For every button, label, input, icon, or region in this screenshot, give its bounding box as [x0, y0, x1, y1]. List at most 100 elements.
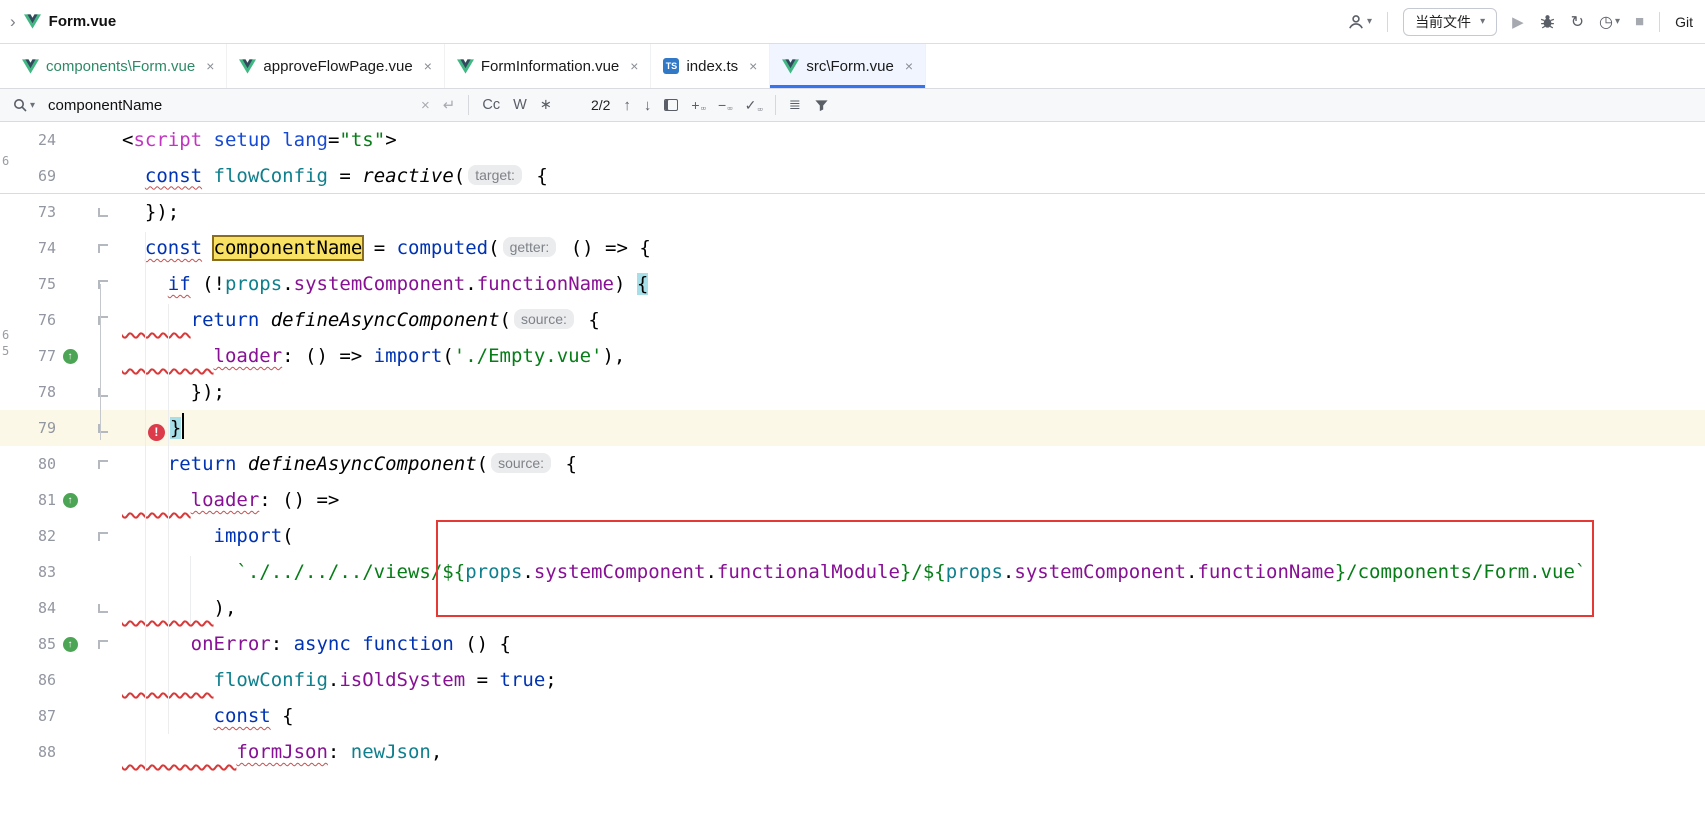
clear-search-icon[interactable]: ×	[421, 97, 430, 114]
close-tab-icon[interactable]: ×	[206, 58, 214, 74]
remove-occurrence-icon[interactable]: −▫▫	[718, 97, 732, 113]
close-tab-icon[interactable]: ×	[424, 58, 432, 74]
close-tab-icon[interactable]: ×	[749, 58, 757, 74]
close-tab-icon[interactable]: ×	[905, 58, 913, 74]
code-line-81[interactable]: 81↑ loader: () =>	[0, 482, 1705, 518]
indent-guide	[145, 232, 146, 770]
search-lines-icon[interactable]: ≣	[789, 97, 801, 113]
fold-region-line	[100, 284, 101, 440]
profiler-icon[interactable]: ↻	[1571, 12, 1584, 32]
indent-guide	[168, 304, 169, 734]
search-input[interactable]: componentName	[48, 97, 408, 114]
parameter-hint: getter:	[503, 237, 557, 257]
code-text: const flowConfig = reactive(target: {	[122, 158, 548, 194]
window-title: Form.vue	[49, 13, 117, 30]
fold-marker[interactable]	[98, 532, 108, 541]
gutter-hint-icon[interactable]: ↑	[63, 637, 78, 652]
line-number: 81	[0, 491, 56, 509]
stop-icon[interactable]: ■	[1635, 13, 1644, 30]
edge-fragment: 5	[2, 344, 9, 358]
chevron-icon: ›	[10, 12, 16, 32]
divider	[775, 95, 776, 115]
line-number: 74	[0, 239, 56, 257]
whole-words-toggle[interactable]: W	[513, 97, 527, 113]
tab-components-form-vue[interactable]: components\Form.vue ×	[10, 44, 227, 88]
select-all-occurrences-icon[interactable]: ✓▫▫	[745, 97, 762, 114]
close-tab-icon[interactable]: ×	[630, 58, 638, 74]
run-configuration-label: 当前文件	[1415, 12, 1471, 32]
code-line-75[interactable]: 75 if (!props.systemComponent.functionNa…	[0, 266, 1705, 302]
tab-index-ts[interactable]: TS index.ts ×	[651, 44, 770, 88]
gutter: 88	[0, 734, 122, 770]
next-match-icon[interactable]: ↓	[644, 97, 652, 114]
fold-marker[interactable]	[98, 640, 108, 649]
tab-label: index.ts	[686, 58, 738, 75]
users-icon[interactable]: ▾	[1347, 13, 1372, 31]
code-line-24[interactable]: 24<script setup lang="ts">	[0, 122, 1705, 158]
gutter: 69	[0, 158, 122, 194]
parameter-hint: source:	[491, 453, 551, 473]
edge-fragment: 6	[2, 328, 9, 342]
code-lines: 24<script setup lang="ts">69 const flowC…	[0, 122, 1705, 770]
typescript-icon: TS	[663, 58, 679, 74]
code-text: const {	[122, 698, 294, 734]
newline-icon[interactable]: ↵	[443, 96, 456, 114]
code-text: });	[122, 194, 179, 230]
code-text: const componentName = computed(getter: (…	[122, 230, 651, 266]
run-icon[interactable]: ▶	[1512, 13, 1524, 31]
line-number: 80	[0, 455, 56, 473]
indent-guide	[190, 556, 191, 624]
code-line-86[interactable]: 86 flowConfig.isOldSystem = true;	[0, 662, 1705, 698]
code-line-73[interactable]: 73 });	[0, 194, 1705, 230]
code-line-87[interactable]: 87 const {	[0, 698, 1705, 734]
add-occurrence-icon[interactable]: +▫▫	[691, 97, 705, 113]
code-line-77[interactable]: 77↑ loader: () => import('./Empty.vue'),	[0, 338, 1705, 374]
gutter-hint-icon[interactable]: ↑	[63, 349, 78, 364]
code-text: if (!props.systemComponent.functionName)…	[122, 266, 648, 302]
tab-forminformation-vue[interactable]: FormInformation.vue×	[445, 44, 652, 88]
git-menu[interactable]: Git	[1675, 14, 1693, 30]
divider	[468, 95, 469, 115]
code-line-69[interactable]: 69 const flowConfig = reactive(target: {	[0, 158, 1705, 194]
gutter: 80	[0, 446, 122, 482]
find-in-selection-icon[interactable]	[664, 99, 678, 111]
line-number: 24	[0, 131, 56, 149]
code-line-85[interactable]: 85↑ onError: async function () {	[0, 626, 1705, 662]
run-configuration-dropdown[interactable]: 当前文件 ▾	[1403, 8, 1497, 36]
code-line-74[interactable]: 74 const componentName = computed(getter…	[0, 230, 1705, 266]
gutter: 24	[0, 122, 122, 158]
gutter: 77↑	[0, 338, 122, 374]
gutter-hint-icon[interactable]: ↑	[63, 493, 78, 508]
line-number: 82	[0, 527, 56, 545]
line-number: 84	[0, 599, 56, 617]
code-text: flowConfig.isOldSystem = true;	[122, 662, 557, 698]
fold-marker[interactable]	[98, 244, 108, 253]
editor[interactable]: 24<script setup lang="ts">69 const flowC…	[0, 122, 1705, 820]
match-case-toggle[interactable]: Cc	[482, 97, 500, 113]
title-bar: › Form.vue ▾ 当前文件 ▾ ▶ ↻ ◷ ▾ ■ Git	[0, 0, 1705, 44]
gutter: 87	[0, 698, 122, 734]
code-line-79[interactable]: 79 !}	[0, 410, 1705, 446]
fold-marker[interactable]	[98, 604, 108, 613]
tab-label: components\Form.vue	[46, 58, 195, 75]
tab-bar: components\Form.vue×approveFlowPage.vue×…	[0, 44, 1705, 89]
filter-icon[interactable]	[814, 98, 829, 113]
code-line-88[interactable]: 88 formJson: newJson,	[0, 734, 1705, 770]
more-run-options-icon[interactable]: ◷ ▾	[1599, 12, 1620, 32]
code-line-76[interactable]: 76 return defineAsyncComponent(source: {	[0, 302, 1705, 338]
code-text: import(	[122, 518, 294, 554]
tab-approveflowpage-vue[interactable]: approveFlowPage.vue×	[227, 44, 444, 88]
code-line-78[interactable]: 78 });	[0, 374, 1705, 410]
previous-match-icon[interactable]: ↑	[623, 97, 631, 114]
tab-src-form-vue[interactable]: src\Form.vue×	[770, 44, 926, 88]
gutter: 79	[0, 410, 122, 446]
search-icon[interactable]: ▾	[12, 97, 35, 113]
gutter: 73	[0, 194, 122, 230]
fold-marker[interactable]	[98, 208, 108, 217]
vue-icon	[457, 59, 474, 74]
regex-toggle[interactable]: ∗	[540, 97, 552, 113]
gutter: 86	[0, 662, 122, 698]
code-line-80[interactable]: 80 return defineAsyncComponent(source: {	[0, 446, 1705, 482]
debug-icon[interactable]	[1539, 13, 1556, 30]
fold-marker[interactable]	[98, 460, 108, 469]
